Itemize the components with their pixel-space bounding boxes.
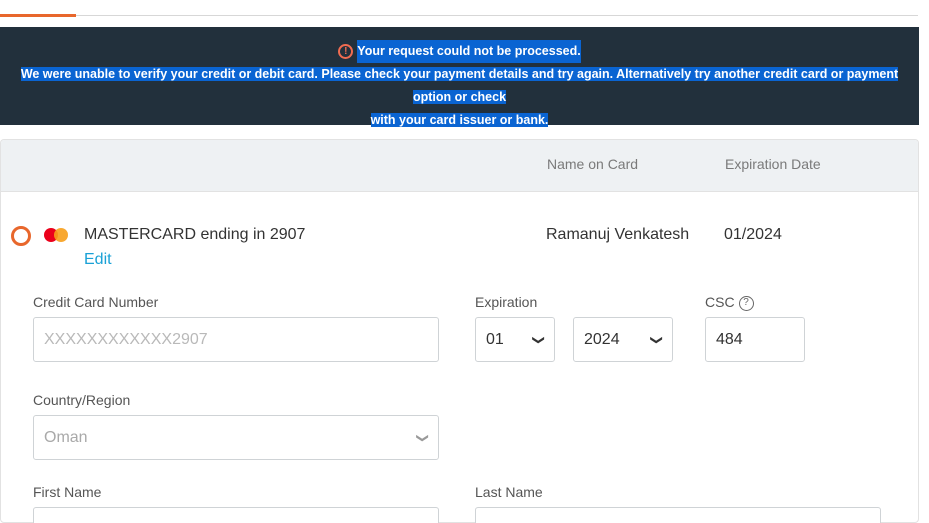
row-expiration-date: 01/2024 [724,226,782,243]
error-title: Your request could not be processed. [357,40,581,63]
first-name-label: First Name [33,484,102,500]
first-name-input[interactable] [33,507,439,523]
expiration-month-select[interactable]: 01 ❯ [475,317,555,362]
country-value: Oman [44,428,88,446]
csc-label: CSC [705,294,735,310]
error-message-line2: with your card issuer or bank. [370,113,549,127]
header-name-on-card: Name on Card [547,156,639,172]
top-divider [0,15,918,16]
header-expiration-date: Expiration Date [725,156,821,172]
expiration-year-select[interactable]: 2024 ❯ [573,317,673,362]
country-select[interactable]: Oman ❯ [33,415,439,460]
csc-input[interactable]: 484 [705,317,805,362]
last-name-input[interactable] [475,507,881,523]
alert-icon: ! [338,44,354,59]
csc-label-row: CSC? [705,294,754,311]
error-title-row: ! Your request could not be processed. [0,40,919,63]
country-label: Country/Region [33,392,131,408]
expiration-month-value: 01 [486,330,504,348]
last-name-label: Last Name [475,484,543,500]
card-select-radio[interactable] [11,226,31,246]
card-label: MASTERCARD ending in 2907 [84,226,306,243]
chevron-down-icon: ❯ [531,334,546,345]
error-banner: ! Your request could not be processed. W… [0,27,919,127]
table-header: Name on Card Expiration Date [1,140,918,192]
row-name-on-card: Ramanuj Venkatesh [546,226,690,243]
chevron-down-icon: ❯ [649,334,664,345]
help-icon[interactable]: ? [738,295,754,311]
error-message-line1: We were unable to verify your credit or … [20,67,899,104]
expiration-label: Expiration [475,294,538,310]
expiration-year-value: 2024 [584,330,620,348]
credit-card-number-input[interactable]: XXXXXXXXXXXX2907 [33,317,439,362]
active-tab-indicator [0,14,76,17]
chevron-down-icon: ❯ [415,432,430,443]
mastercard-icon [44,227,70,243]
credit-card-number-label: Credit Card Number [33,294,159,310]
edit-card-link[interactable]: Edit [84,251,112,269]
